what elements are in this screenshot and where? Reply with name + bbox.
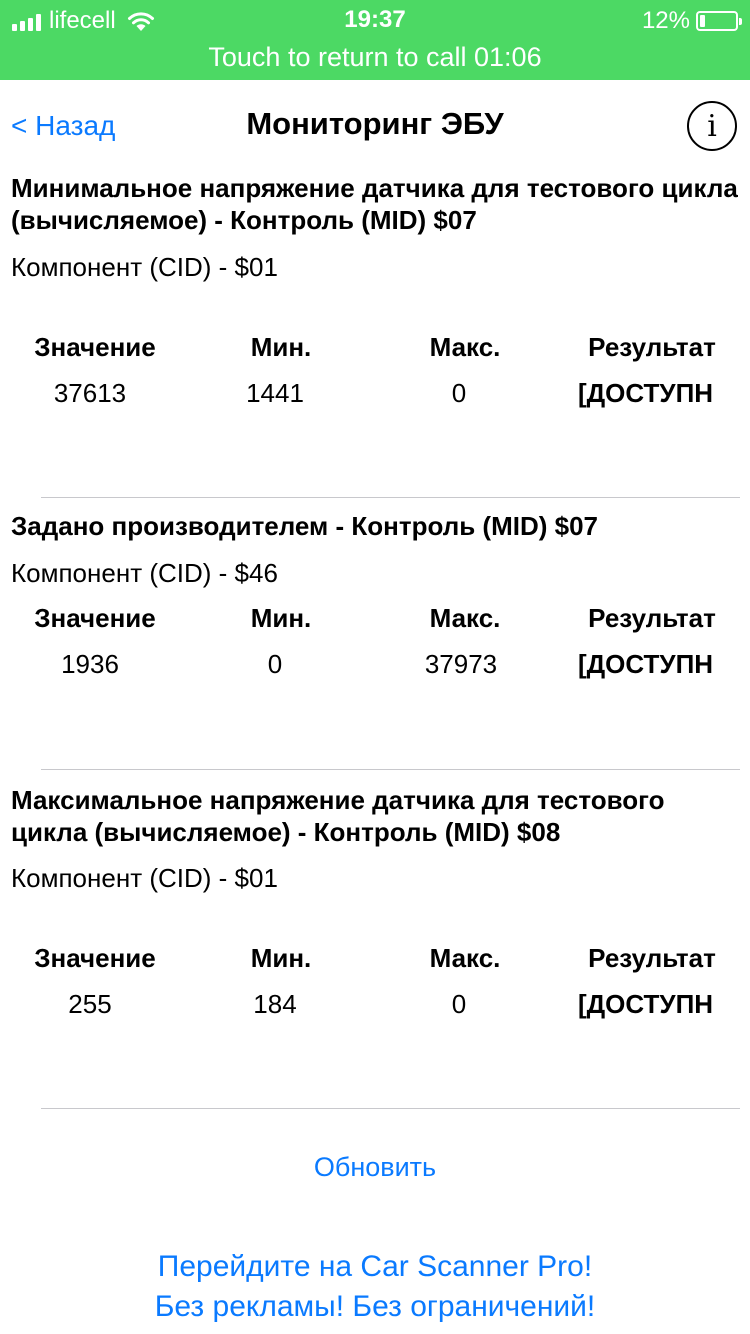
test-max: 0	[451, 989, 467, 1019]
status-time: 19:37	[344, 6, 406, 33]
test-result-card: Задано производителем - Контроль (MID) $…	[0, 510, 750, 770]
column-header-value: Значение	[34, 332, 156, 362]
promo-line-2: Без рекламы! Без ограничений!	[154, 1290, 596, 1323]
column-header-value: Значение	[34, 603, 156, 633]
test-result: [ДОСТУПН	[578, 649, 714, 679]
column-header-max: Макс.	[429, 603, 501, 633]
test-title: Минимальное напряжение датчика для тесто…	[11, 173, 738, 235]
section-divider	[41, 1108, 740, 1109]
test-result-card: Минимальное напряжение датчика для тесто…	[0, 172, 750, 498]
battery-icon	[696, 11, 742, 31]
column-header-value: Значение	[34, 943, 156, 973]
column-header-max: Макс.	[429, 943, 501, 973]
info-button[interactable]: i	[687, 101, 737, 151]
navigation-bar: < Назад Мониторинг ЭБУ i	[0, 80, 750, 172]
column-header-min: Мин.	[250, 943, 312, 973]
info-icon: i	[707, 108, 717, 144]
upgrade-promo-link[interactable]: Перейдите на Car Scanner Pro! Без реклам…	[0, 1247, 750, 1327]
test-max: 37973	[424, 649, 498, 679]
test-result: [ДОСТУПН	[578, 989, 714, 1019]
test-title: Задано производителем - Контроль (MID) $…	[11, 511, 598, 541]
test-result-card: Максимальное напряжение датчика для тест…	[0, 784, 750, 1109]
column-header-result: Результат	[588, 332, 716, 362]
section-divider	[41, 769, 740, 770]
promo-line-1: Перейдите на Car Scanner Pro!	[157, 1250, 593, 1283]
status-right: 12%	[641, 7, 742, 35]
column-header-result: Результат	[588, 943, 716, 973]
test-min: 1441	[246, 378, 304, 408]
column-header-min: Мин.	[250, 332, 312, 362]
test-value: 255	[68, 989, 112, 1019]
battery-percent: 12%	[641, 7, 690, 34]
page-title: Мониторинг ЭБУ	[246, 106, 504, 141]
column-header-result: Результат	[588, 603, 716, 633]
return-to-call-banner[interactable]: Touch to return to call 01:06	[0, 42, 750, 73]
column-header-min: Мин.	[250, 603, 312, 633]
status-bar: lifecell 19:37 12% Touch to return to ca…	[0, 0, 750, 80]
test-min: 184	[253, 989, 297, 1019]
column-header-max: Макс.	[429, 332, 501, 362]
refresh-button[interactable]: Обновить	[0, 1152, 750, 1183]
test-value: 1936	[61, 649, 119, 679]
test-min: 0	[267, 649, 283, 679]
component-label: Компонент (CID) - $01	[11, 252, 278, 282]
component-label: Компонент (CID) - $46	[11, 558, 278, 588]
component-label: Компонент (CID) - $01	[11, 863, 278, 893]
test-max: 0	[451, 378, 467, 408]
test-title: Максимальное напряжение датчика для тест…	[11, 785, 665, 847]
test-result: [ДОСТУПН	[578, 378, 714, 408]
section-divider	[41, 497, 740, 498]
test-value: 37613	[53, 378, 127, 408]
